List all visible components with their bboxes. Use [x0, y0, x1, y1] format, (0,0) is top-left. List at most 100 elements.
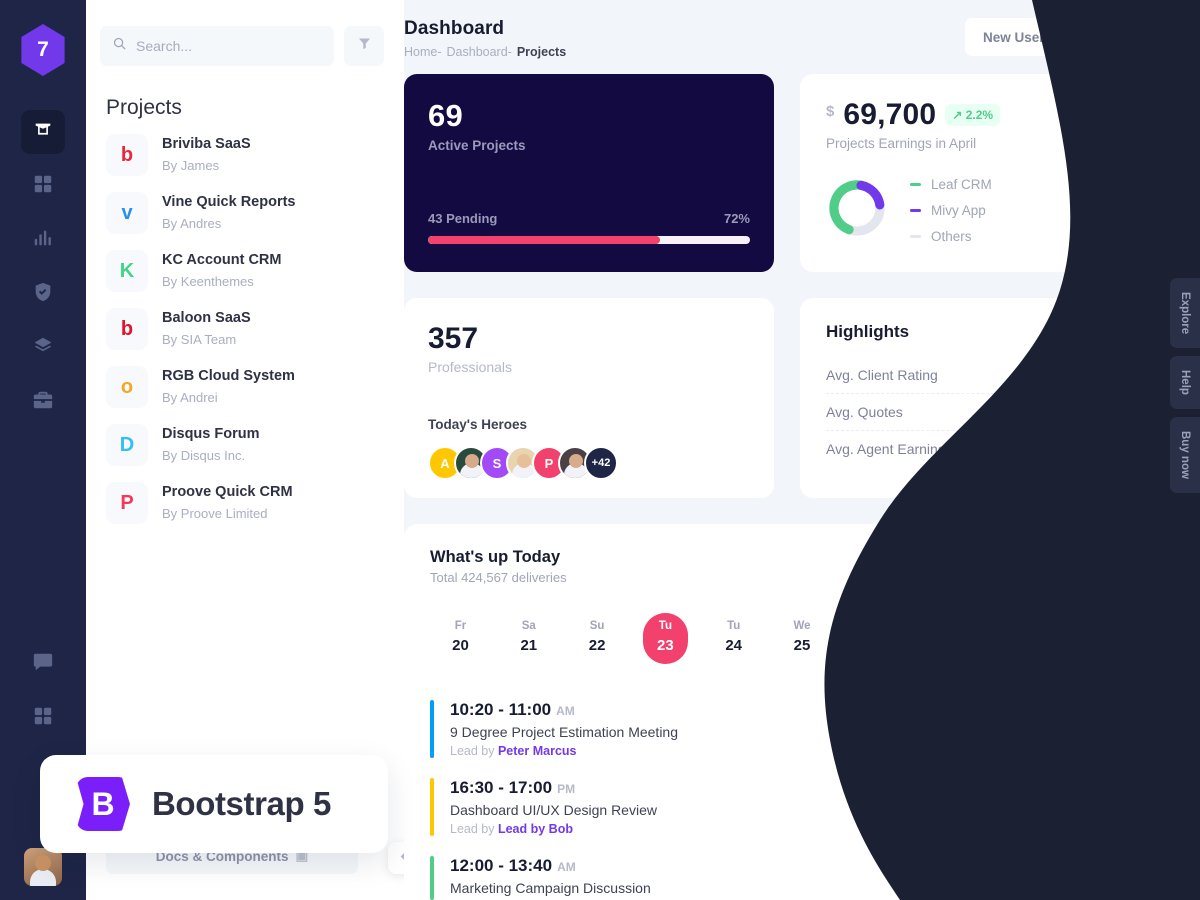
- event-lead-person[interactable]: Lead by Bob: [498, 822, 573, 836]
- report-center-button[interactable]: Report Cecnter: [1050, 552, 1174, 586]
- day-number: 20: [452, 637, 469, 654]
- highlight-row: Avg. Agent Earnings ↗ $2,309: [826, 430, 1150, 467]
- breadcrumb: Home- Dashboard- Projects: [404, 45, 566, 59]
- legend-value: $7,660: [1108, 176, 1150, 192]
- project-list-item[interactable]: o RGB Cloud System By Andrei: [86, 358, 404, 416]
- day-cell[interactable]: Su 22: [575, 613, 620, 664]
- project-logo-icon: D: [106, 424, 148, 466]
- avatar[interactable]: [24, 848, 62, 886]
- day-number: 21: [520, 637, 538, 654]
- event-lead: Lead by Lead by Bob: [450, 822, 1105, 836]
- event-lead-person[interactable]: Peter Marcus: [498, 744, 577, 758]
- active-projects-value: 69: [428, 98, 464, 133]
- active-projects-label: Active Projects: [428, 138, 526, 153]
- event-time-row: 16:30 - 17:00 PM: [450, 778, 1105, 798]
- search-row: [86, 0, 404, 66]
- search-input[interactable]: [136, 38, 322, 54]
- breadcrumb-item-2: Projects: [516, 45, 567, 59]
- nav-item-grid[interactable]: [21, 164, 65, 208]
- day-cell[interactable]: Sa 28: [984, 613, 1029, 664]
- nav-item-briefcase[interactable]: [21, 380, 65, 424]
- earnings-value: 69,700: [843, 98, 937, 131]
- filter-icon: [357, 36, 372, 56]
- page-title: Dashboard: [404, 18, 505, 39]
- progress-block: 43 Pending 72%: [428, 211, 750, 244]
- app-logo[interactable]: 7: [21, 24, 65, 76]
- day-weekday: Fri: [931, 620, 946, 632]
- day-cell[interactable]: Fr 20: [438, 613, 483, 664]
- heroes-label: Today's Heroes: [428, 417, 527, 432]
- chat-icon: [32, 651, 54, 678]
- event-time: 10:20 - 11:00: [450, 700, 552, 719]
- panel-title: Projects: [106, 96, 182, 119]
- side-tab-buy-now[interactable]: Buy now: [1170, 417, 1200, 494]
- event-view-button[interactable]: View: [1104, 861, 1174, 895]
- project-author: By Andres: [162, 216, 222, 232]
- day-number: 30: [1135, 637, 1152, 654]
- side-tab-explore[interactable]: Explore: [1170, 278, 1200, 349]
- trend-arrow-icon: ↗: [1084, 366, 1096, 382]
- grid-icon: [32, 705, 54, 732]
- day-cell[interactable]: Su 29: [1053, 613, 1098, 664]
- nav-item-cube[interactable]: [21, 110, 65, 154]
- event-lead: Lead by Peter Marcus: [450, 744, 1105, 758]
- heroes-more-badge[interactable]: +42: [584, 446, 618, 480]
- event-color-bar: [430, 700, 434, 758]
- main-content: Dashboard Home- Dashboard- Projects New Us…: [404, 0, 1200, 900]
- project-list-item[interactable]: D Disqus Forum By Disqus Inc.: [86, 416, 404, 474]
- day-weekday: Tu: [727, 620, 741, 632]
- bar-chart-icon: [32, 227, 54, 254]
- side-tab-help[interactable]: Help: [1170, 356, 1200, 410]
- highlights-rows: Avg. Client Rating ↗ 7.8/10 Avg. Quotes ↙ 730…: [826, 356, 1150, 467]
- project-text: RGB Cloud System By Andrei: [162, 366, 295, 407]
- project-list-item[interactable]: b Briviba SaaS By James: [86, 126, 404, 184]
- nav-item-chat[interactable]: [21, 642, 65, 686]
- nav-item-analytics[interactable]: [21, 218, 65, 262]
- new-goal-button[interactable]: New Goal: [1072, 18, 1174, 58]
- project-logo-icon: v: [106, 192, 148, 234]
- hero-label: P: [544, 455, 554, 471]
- event-lead-prefix: Lead by: [450, 822, 498, 836]
- active-projects-card: 69 Active Projects 43 Pending 72%: [404, 74, 774, 272]
- event-view-button[interactable]: View: [1104, 790, 1174, 824]
- filter-button[interactable]: [344, 26, 384, 66]
- project-list-item[interactable]: P Proove Quick CRM By Proove Limited: [86, 474, 404, 532]
- day-weekday: Sa: [521, 620, 536, 632]
- day-cell[interactable]: Sa 21: [506, 613, 551, 664]
- event-row: 16:30 - 17:00 PM Dashboard UI/UX Design Re…: [430, 768, 1174, 846]
- project-name: Disqus Forum: [162, 426, 260, 443]
- project-author: By Keenthemes: [162, 274, 254, 290]
- day-cell[interactable]: Tu 24: [711, 613, 756, 664]
- progress-track: [428, 236, 750, 244]
- app-logo-label: 7: [37, 38, 49, 61]
- project-list-item[interactable]: K KC Account CRM By Keenthemes: [86, 242, 404, 300]
- hero-label: S: [492, 455, 502, 471]
- nav-item-layers[interactable]: [21, 326, 65, 370]
- rail-icon-list: [21, 110, 65, 424]
- event-body: 16:30 - 17:00 PM Dashboard UI/UX Design Re…: [450, 778, 1105, 836]
- event-ampm: PM: [557, 782, 576, 796]
- day-cell[interactable]: Fri 27: [916, 613, 961, 664]
- project-list-item[interactable]: b Baloon SaaS By SIA Team: [86, 300, 404, 358]
- nav-item-grid-bottom[interactable]: [21, 696, 65, 740]
- day-cell[interactable]: Th 26: [848, 613, 893, 664]
- day-cell[interactable]: Tu 23: [642, 613, 688, 664]
- nav-item-security[interactable]: [21, 272, 65, 316]
- day-weekday: Su: [589, 620, 605, 632]
- search-box[interactable]: [100, 26, 334, 66]
- new-user-button[interactable]: New User: [964, 18, 1063, 56]
- day-cell[interactable]: We 25: [779, 613, 824, 664]
- day-selector: Fr 20 Sa 21 Su 22 Tu 23 Tu 24 We 25 Th 26 Fri 27 Sa 28 Su 2…: [430, 613, 1174, 664]
- event-name: 9 Degree Project Estimation Meeting: [450, 724, 678, 740]
- bootstrap-logo-letter: B: [91, 785, 115, 822]
- day-cell[interactable]: Mo 30: [1121, 613, 1166, 664]
- project-list-item[interactable]: v Vine Quick Reports By Andres: [86, 184, 404, 242]
- highlights-title: Highlights: [826, 322, 910, 341]
- hero-label: +42: [591, 457, 611, 469]
- breadcrumb-item-0[interactable]: Home-: [404, 45, 442, 59]
- project-list: b Briviba SaaS By James v Vine Quick Reports…: [86, 126, 404, 532]
- project-logo-icon: b: [106, 308, 148, 350]
- breadcrumb-item-1[interactable]: Dashboard-: [447, 45, 512, 59]
- event-view-button[interactable]: View: [1104, 712, 1174, 746]
- cube-icon: [32, 119, 54, 146]
